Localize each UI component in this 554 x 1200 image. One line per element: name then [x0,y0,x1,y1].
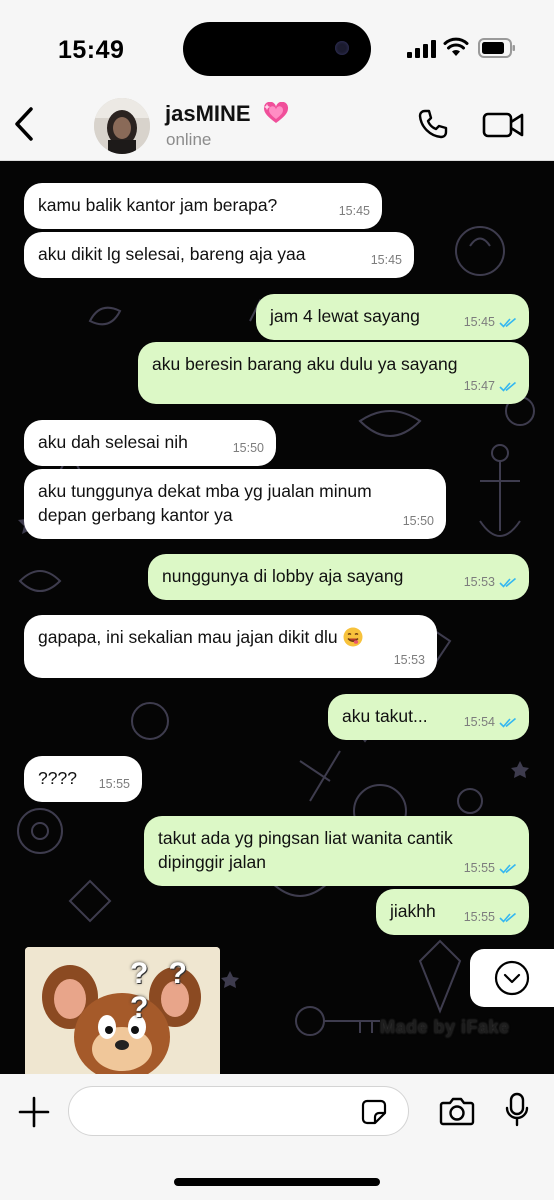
message-text-line: dipinggir jalan [158,852,266,872]
message-outgoing[interactable]: aku beresin barang aku dulu ya sayang 15… [138,342,529,404]
message-outgoing[interactable]: nunggunya di lobby aja sayang 15:53 [148,554,529,600]
contact-name-text: jasMINE [165,101,251,126]
message-time: 15:50 [402,514,434,528]
watermark: Made by iFake [380,1017,510,1037]
message-text: aku takut... [342,706,428,726]
battery-icon [478,38,515,58]
sticker-icon[interactable] [361,1099,387,1125]
message-time: 15:47 [463,379,495,393]
double-check-icon [499,717,517,728]
camera-icon[interactable] [439,1096,475,1126]
message-outgoing[interactable]: aku takut... 15:54 [328,694,529,740]
message-text: nunggunya di lobby aja sayang [162,566,404,586]
message-time: 15:55 [463,861,495,875]
double-check-icon [499,863,517,874]
double-check-icon [499,317,517,328]
phone-icon[interactable] [417,108,449,140]
message-text: gapapa, ini sekalian mau jajan dikit dlu [38,627,338,647]
message-time: 15:55 [463,910,495,924]
message-incoming[interactable]: kamu balik kantor jam berapa? 15:45 [24,183,382,229]
double-check-icon [499,912,517,923]
cellular-signal-icon [407,40,436,58]
message-time: 15:55 [98,777,130,791]
chevron-down-icon [494,960,530,996]
message-time: 15:45 [463,315,495,329]
dynamic-island [183,22,371,76]
video-camera-icon[interactable] [482,110,524,140]
double-check-icon [499,577,517,588]
message-incoming[interactable]: aku dikit lg selesai, bareng aja yaa 15:… [24,232,414,278]
contact-status: online [166,130,212,149]
double-check-icon [499,381,517,392]
chevron-left-icon[interactable] [12,106,36,142]
message-incoming[interactable]: ???? 15:55 [24,756,142,802]
sticker-caption: ? ? ? [130,957,193,1024]
message-text: jam 4 lewat sayang [270,306,420,326]
message-incoming[interactable]: gapapa, ini sekalian mau jajan dikit dlu… [24,615,437,678]
chat-header: jasMINE online [0,92,554,161]
wifi-icon [443,37,469,56]
avatar[interactable] [94,98,150,154]
message-time: 15:45 [370,253,402,267]
avatar-photo [94,98,150,154]
status-bar: 15:49 [0,0,554,92]
message-outgoing[interactable]: jiakhh 15:55 [376,889,529,935]
sparkling-heart-emoji [263,102,288,123]
scroll-to-bottom-button[interactable] [470,949,554,1007]
message-text: aku dikit lg selesai, bareng aja yaa [38,244,306,264]
home-indicator [174,1178,380,1186]
smiling-face-emoji [343,627,363,647]
status-time: 15:49 [58,36,125,64]
message-outgoing[interactable]: takut ada yg pingsan liat wanita cantik … [144,816,529,886]
message-time: 15:53 [393,653,425,667]
message-text: jiakhh [390,901,436,921]
message-text: aku dah selesai nih [38,432,188,452]
front-camera-icon [335,41,349,55]
message-incoming[interactable]: aku dah selesai nih 15:50 [24,420,276,466]
message-time: 15:54 [463,715,495,729]
message-text-line: aku tunggunya dekat mba yg jualan minum [38,481,372,501]
message-text: ???? [38,768,77,788]
message-time: 15:50 [232,441,264,455]
message-time: 15:45 [338,204,370,218]
plus-icon[interactable] [18,1096,50,1128]
chat-area[interactable]: kamu balik kantor jam berapa? 15:45 aku … [0,161,554,1074]
message-text-line: takut ada yg pingsan liat wanita cantik [158,828,453,848]
message-text: aku beresin barang aku dulu ya sayang [152,354,458,374]
message-outgoing[interactable]: jam 4 lewat sayang 15:45 [256,294,529,340]
message-time: 15:53 [463,575,495,589]
sticker-message[interactable]: ? ? ? [25,947,220,1074]
message-text: kamu balik kantor jam berapa? [38,195,278,215]
message-incoming[interactable]: aku tunggunya dekat mba yg jualan minum … [24,469,446,539]
message-input[interactable] [68,1086,409,1136]
contact-name[interactable]: jasMINE [165,101,289,127]
message-text-line: depan gerbang kantor ya [38,505,233,525]
microphone-icon[interactable] [505,1092,529,1128]
